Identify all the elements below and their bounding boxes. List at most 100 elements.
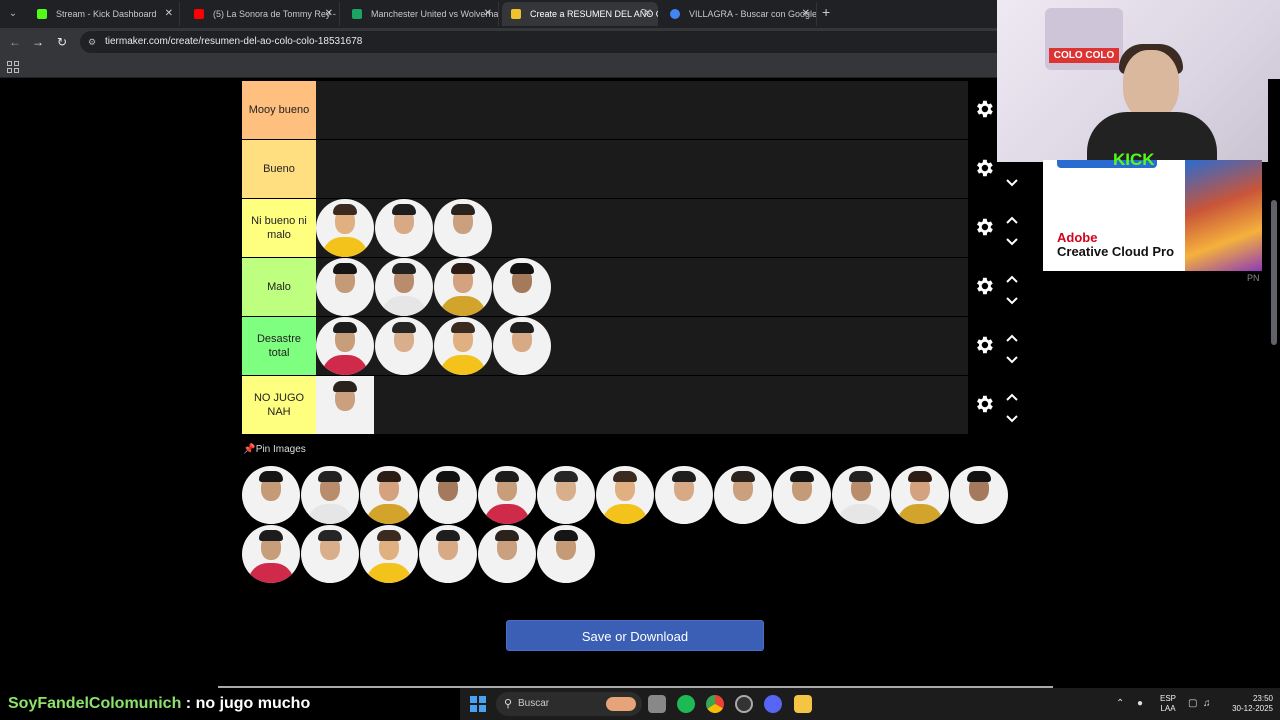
player-hair	[259, 530, 283, 541]
move-tier-down-chevron-icon[interactable]	[1005, 234, 1019, 246]
player-image[interactable]	[434, 317, 492, 375]
pin-images-toggle[interactable]: 📌 Pin Images	[243, 444, 306, 460]
player-image[interactable]	[655, 466, 713, 524]
network-icon[interactable]: ▢	[1188, 698, 1197, 709]
player-image[interactable]	[478, 525, 536, 583]
player-image[interactable]	[434, 199, 492, 257]
close-tab-icon[interactable]: ✕	[484, 2, 492, 26]
page-scrollbar-track[interactable]	[1268, 79, 1280, 687]
move-tier-down-chevron-icon[interactable]	[1005, 175, 1019, 187]
tier-settings-gear-icon[interactable]	[973, 393, 995, 415]
close-tab-icon[interactable]: ✕	[165, 2, 173, 26]
tier-label[interactable]: Bueno	[242, 140, 316, 198]
player-image[interactable]	[360, 525, 418, 583]
move-tier-down-chevron-icon[interactable]	[1005, 293, 1019, 305]
move-tier-down-chevron-icon[interactable]	[1005, 411, 1019, 423]
player-image[interactable]	[316, 317, 374, 375]
player-hair	[259, 471, 283, 482]
site-info-icon[interactable]: ⚙	[88, 36, 100, 48]
player-image[interactable]	[950, 466, 1008, 524]
tier-settings-gear-icon[interactable]	[973, 216, 995, 238]
player-image[interactable]	[773, 466, 831, 524]
apps-grid-icon[interactable]	[7, 61, 19, 73]
close-tab-icon[interactable]: ✕	[802, 2, 810, 26]
tab-kick-dashboard[interactable]: Stream - Kick Dashboard ✕	[28, 2, 180, 26]
player-image[interactable]	[242, 466, 300, 524]
player-hair	[451, 204, 475, 215]
player-image[interactable]	[375, 317, 433, 375]
tier-settings-gear-icon[interactable]	[973, 157, 995, 179]
player-image[interactable]	[242, 525, 300, 583]
tier-label[interactable]: Ni bueno ni malo	[242, 199, 316, 257]
volume-icon[interactable]: ♫	[1203, 698, 1211, 709]
adobe-ad-banner[interactable]: Adobe Creative Cloud Pro	[1043, 160, 1262, 271]
windows-start-icon[interactable]	[470, 696, 486, 712]
player-image[interactable]	[832, 466, 890, 524]
player-image[interactable]	[419, 525, 477, 583]
save-or-download-button[interactable]: Save or Download	[506, 620, 764, 651]
move-tier-up-chevron-icon[interactable]	[1005, 389, 1019, 401]
tier-drop-zone[interactable]	[316, 317, 968, 375]
player-image[interactable]	[714, 466, 772, 524]
tier-settings-gear-icon[interactable]	[973, 275, 995, 297]
page-scrollbar-thumb[interactable]	[1271, 200, 1277, 345]
tier-drop-zone[interactable]	[316, 258, 968, 316]
weather-widget-icon[interactable]	[606, 697, 636, 711]
player-image[interactable]	[493, 317, 551, 375]
tray-chevron-up-icon[interactable]: ⌃	[1116, 698, 1124, 709]
match-favicon-icon	[352, 9, 362, 19]
player-image[interactable]	[316, 199, 374, 257]
discord-icon[interactable]	[764, 695, 782, 713]
player-image[interactable]	[596, 466, 654, 524]
tier-label[interactable]: Desastre total	[242, 317, 316, 375]
player-image[interactable]	[478, 466, 536, 524]
tier-drop-zone[interactable]	[316, 81, 968, 139]
tier-drop-zone[interactable]	[316, 199, 968, 257]
clock[interactable]: 23:50 30-12-2025	[1225, 694, 1273, 714]
move-tier-up-chevron-icon[interactable]	[1005, 330, 1019, 342]
microphone-icon[interactable]: ●	[1137, 698, 1143, 709]
player-image[interactable]	[493, 258, 551, 316]
player-image[interactable]	[537, 466, 595, 524]
player-image[interactable]	[301, 525, 359, 583]
tier-label[interactable]: Malo	[242, 258, 316, 316]
player-image[interactable]	[375, 258, 433, 316]
new-tab-plus-icon[interactable]: +	[822, 4, 830, 20]
language-indicator[interactable]: ESP LAA	[1160, 694, 1176, 714]
tier-settings-gear-icon[interactable]	[973, 98, 995, 120]
tab-match[interactable]: Manchester United vs Wolverha ✕	[343, 2, 499, 26]
player-image[interactable]	[419, 466, 477, 524]
tab-google[interactable]: VILLAGRA - Buscar con Google ✕	[661, 2, 817, 26]
player-image[interactable]	[537, 525, 595, 583]
move-tier-down-chevron-icon[interactable]	[1005, 352, 1019, 364]
tab-youtube[interactable]: (5) La Sonora de Tommy Rey - U ✕	[185, 2, 340, 26]
move-tier-up-chevron-icon[interactable]	[1005, 271, 1019, 283]
url-text[interactable]: tiermaker.com/create/resumen-del-ao-colo…	[105, 31, 362, 53]
tier-drop-zone[interactable]	[316, 376, 968, 434]
move-tier-up-chevron-icon[interactable]	[1005, 212, 1019, 224]
obs-icon[interactable]	[735, 695, 753, 713]
close-tab-icon[interactable]: ✕	[325, 2, 333, 26]
close-tab-icon[interactable]: ✕	[644, 2, 652, 26]
player-image[interactable]	[375, 199, 433, 257]
back-arrow-icon[interactable]: ←	[6, 33, 24, 51]
chrome-icon[interactable]	[706, 695, 724, 713]
forward-arrow-icon[interactable]: →	[29, 33, 47, 51]
player-shirt	[720, 504, 766, 524]
tier-drop-zone[interactable]	[316, 140, 968, 198]
player-image[interactable]	[360, 466, 418, 524]
player-image[interactable]	[316, 376, 374, 434]
player-image[interactable]	[434, 258, 492, 316]
tab-search-chevron-icon[interactable]: ⌄	[4, 5, 22, 23]
spotify-icon[interactable]	[677, 695, 695, 713]
file-explorer-icon[interactable]	[794, 695, 812, 713]
tier-settings-gear-icon[interactable]	[973, 334, 995, 356]
tier-label[interactable]: Mooy bueno	[242, 81, 316, 139]
reload-icon[interactable]: ↻	[53, 33, 71, 51]
player-image[interactable]	[316, 258, 374, 316]
task-view-icon[interactable]	[648, 695, 666, 713]
player-image[interactable]	[891, 466, 949, 524]
tier-label[interactable]: NO JUGO NAH	[242, 376, 316, 434]
tab-tiermaker[interactable]: Create a RESUMEN DEL AÑO C ✕	[502, 2, 658, 26]
player-image[interactable]	[301, 466, 359, 524]
